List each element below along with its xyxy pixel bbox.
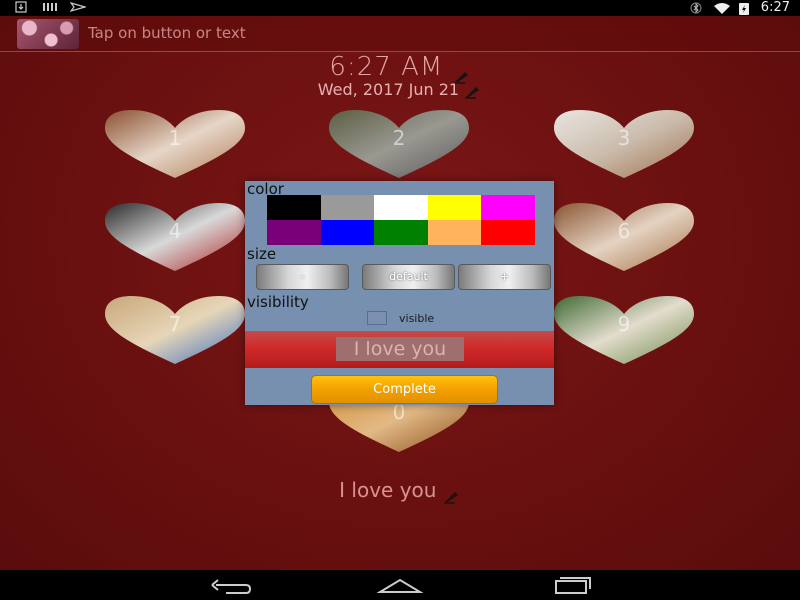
color-swatch-red[interactable] bbox=[481, 220, 535, 245]
size-default-button[interactable]: default bbox=[362, 264, 455, 290]
status-left bbox=[14, 1, 88, 13]
text-style-dialog: color size - default + visibility visibl… bbox=[245, 180, 554, 405]
bluetooth-icon bbox=[689, 2, 703, 14]
app-icon[interactable] bbox=[17, 19, 79, 49]
toolbar-title: Tap on button or text bbox=[88, 24, 246, 42]
clock-date[interactable]: Wed, 2017 Jun 21 bbox=[318, 80, 459, 99]
edit-pencil-icon[interactable] bbox=[464, 84, 482, 99]
home-icon[interactable] bbox=[376, 576, 424, 594]
heart-number: 4 bbox=[168, 219, 182, 243]
color-swatch-yellow[interactable] bbox=[427, 195, 482, 220]
heart-button-3[interactable]: 3 bbox=[550, 110, 698, 180]
edit-pencil-icon[interactable] bbox=[443, 485, 461, 504]
visible-checkbox[interactable] bbox=[367, 311, 387, 325]
color-swatch-purple[interactable] bbox=[267, 220, 321, 245]
color-swatch-green[interactable] bbox=[374, 220, 428, 245]
color-swatch-white[interactable] bbox=[374, 195, 428, 220]
size-label: size bbox=[247, 245, 277, 263]
visible-row: visible bbox=[367, 311, 434, 325]
back-icon[interactable] bbox=[206, 576, 254, 594]
send-icon bbox=[69, 1, 88, 13]
barcode-icon bbox=[42, 1, 57, 13]
heart-button-4[interactable]: 4 bbox=[101, 203, 249, 273]
heart-number: 7 bbox=[168, 312, 182, 336]
toolbar: Tap on button or text bbox=[0, 16, 800, 52]
color-swatch-black[interactable] bbox=[267, 195, 321, 220]
heart-number: 6 bbox=[617, 219, 631, 243]
recents-icon[interactable] bbox=[548, 576, 596, 594]
lock-screen: Tap on button or text 6:27 AM Wed, 2017 … bbox=[0, 16, 800, 570]
clock-date-row[interactable]: Wed, 2017 Jun 21 bbox=[0, 80, 800, 99]
heart-button-7[interactable]: 7 bbox=[101, 296, 249, 366]
visible-label: visible bbox=[399, 311, 435, 325]
love-message[interactable]: I love you bbox=[339, 478, 436, 502]
status-bar: 6:27 bbox=[0, 0, 800, 16]
heart-button-2[interactable]: 2 bbox=[325, 110, 473, 180]
heart-button-1[interactable]: 1 bbox=[101, 110, 249, 180]
complete-button[interactable]: Complete bbox=[311, 375, 498, 404]
color-swatch-orange[interactable] bbox=[427, 220, 482, 245]
status-time: 6:27 bbox=[760, 0, 790, 15]
color-swatch-magenta[interactable] bbox=[481, 195, 535, 220]
preview-text: I love you bbox=[336, 337, 464, 361]
color-palette bbox=[267, 195, 535, 245]
size-decrease-button[interactable]: - bbox=[256, 264, 349, 290]
heart-button-6[interactable]: 6 bbox=[550, 203, 698, 273]
heart-number: 2 bbox=[392, 126, 406, 150]
status-right: 6:27 bbox=[689, 0, 790, 15]
text-preview: I love you bbox=[245, 331, 554, 368]
color-swatch-blue[interactable] bbox=[320, 220, 375, 245]
clock-time-row[interactable]: 6:27 AM bbox=[0, 52, 800, 84]
color-swatch-gray[interactable] bbox=[320, 195, 375, 220]
navigation-bar bbox=[0, 570, 800, 600]
love-message-row[interactable]: I love you bbox=[0, 478, 800, 504]
heart-number: 9 bbox=[617, 312, 631, 336]
heart-number: 3 bbox=[617, 126, 631, 150]
battery-icon bbox=[737, 2, 751, 15]
size-increase-button[interactable]: + bbox=[458, 264, 551, 290]
download-icon bbox=[14, 1, 28, 13]
edit-pencil-icon[interactable] bbox=[453, 61, 471, 84]
heart-button-9[interactable]: 9 bbox=[550, 296, 698, 366]
clock-time[interactable]: 6:27 AM bbox=[329, 52, 443, 82]
heart-number: 1 bbox=[168, 126, 182, 150]
wifi-icon bbox=[713, 2, 730, 14]
visibility-label: visibility bbox=[247, 293, 309, 311]
